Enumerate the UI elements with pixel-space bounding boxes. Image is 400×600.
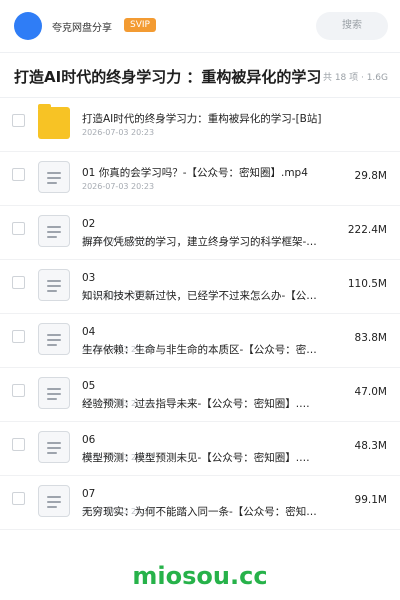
select-checkbox[interactable] [12,276,25,289]
file-number: 07 [82,488,96,500]
list-item-folder[interactable]: 打造AI时代的终身学习力：重构被异化的学习-[B站] 2026-07-03 20… [0,98,400,152]
video-file-icon [38,431,70,463]
list-item[interactable]: 01 你真的会学习吗？-【公众号：密知圈】.mp4 2026-07-03 20:… [0,152,400,206]
svip-badge: SVIP [124,18,156,32]
video-file-icon [38,323,70,355]
file-size: 29.8M [354,170,387,182]
file-number: 02 [82,218,96,230]
file-date: 2026-07-03 20:23 [82,128,155,137]
file-number: 03 [82,272,96,284]
select-checkbox[interactable] [12,384,25,397]
select-checkbox[interactable] [12,492,25,505]
list-item[interactable]: 06 2026-07-03 20:23 模型预测：模型预测未见-【公众号：密知圈… [0,422,400,476]
file-size: 47.0M [354,386,387,398]
file-name: 01 你真的会学习吗？-【公众号：密知圈】.mp4 [82,167,308,179]
header-bar: 夸克网盘分享 SVIP 搜索 [0,0,400,52]
file-size: 222.4M [347,224,387,236]
file-date: 2026-07-03 20:23 [82,182,155,191]
avatar[interactable] [14,12,42,40]
select-checkbox[interactable] [12,114,25,127]
list-item[interactable]: 04 2026-07-03 20:23 生存依赖：生命与非生命的本质区-【公众号… [0,314,400,368]
title-bar: 打造AI时代的终身学习力 ：重构被异化的学习 共 18 项 · 1.6G [0,52,400,98]
file-name: 知识和技术更新过快，已经学不过来怎么办-【公… [82,290,317,302]
video-file-icon [38,161,70,193]
list-item[interactable]: 02 2026-07-03 20:23 摒弃仅凭感觉的学习，建立终身学习的科学框… [0,206,400,260]
watermark: miosou.cc [132,562,268,590]
video-file-icon [38,269,70,301]
folder-icon [38,104,70,139]
file-number: 06 [82,434,96,446]
list-item[interactable]: 05 2026-07-03 20:23 经验预测：过去指导未来-【公众号：密知圈… [0,368,400,422]
file-number: 05 [82,380,96,392]
file-name: 打造AI时代的终身学习力：重构被异化的学习-[B站] [82,113,322,125]
select-checkbox[interactable] [12,330,25,343]
list-item[interactable]: 07 2026-07-03 20:23 无穷现实：为何不能踏入同一条-【公众号：… [0,476,400,530]
file-name: 模型预测：模型预测未见-【公众号：密知圈】.… [82,452,310,464]
file-name: 生存依赖：生命与非生命的本质区-【公众号：密… [82,344,317,356]
file-name: 摒弃仅凭感觉的学习，建立终身学习的科学框架-… [82,236,317,248]
page-title: 打造AI时代的终身学习力 ：重构被异化的学习 [14,68,322,86]
video-file-icon [38,215,70,247]
list-item[interactable]: 03 2026-07-03 20:23 知识和技术更新过快，已经学不过来怎么办-… [0,260,400,314]
select-checkbox[interactable] [12,438,25,451]
file-name: 无穷现实：为何不能踏入同一条-【公众号：密知… [82,506,317,518]
search-button[interactable]: 搜索 [316,12,388,40]
select-checkbox[interactable] [12,168,25,181]
file-size: 110.5M [347,278,387,290]
site-name: 夸克网盘分享 [52,23,112,34]
file-size: 48.3M [354,440,387,452]
select-checkbox[interactable] [12,222,25,235]
file-name: 经验预测：过去指导未来-【公众号：密知圈】.… [82,398,310,410]
item-count-meta: 共 18 项 · 1.6G [322,73,388,83]
video-file-icon [38,377,70,409]
video-file-icon [38,485,70,517]
file-size: 99.1M [354,494,387,506]
file-size: 83.8M [354,332,387,344]
file-number: 04 [82,326,96,338]
